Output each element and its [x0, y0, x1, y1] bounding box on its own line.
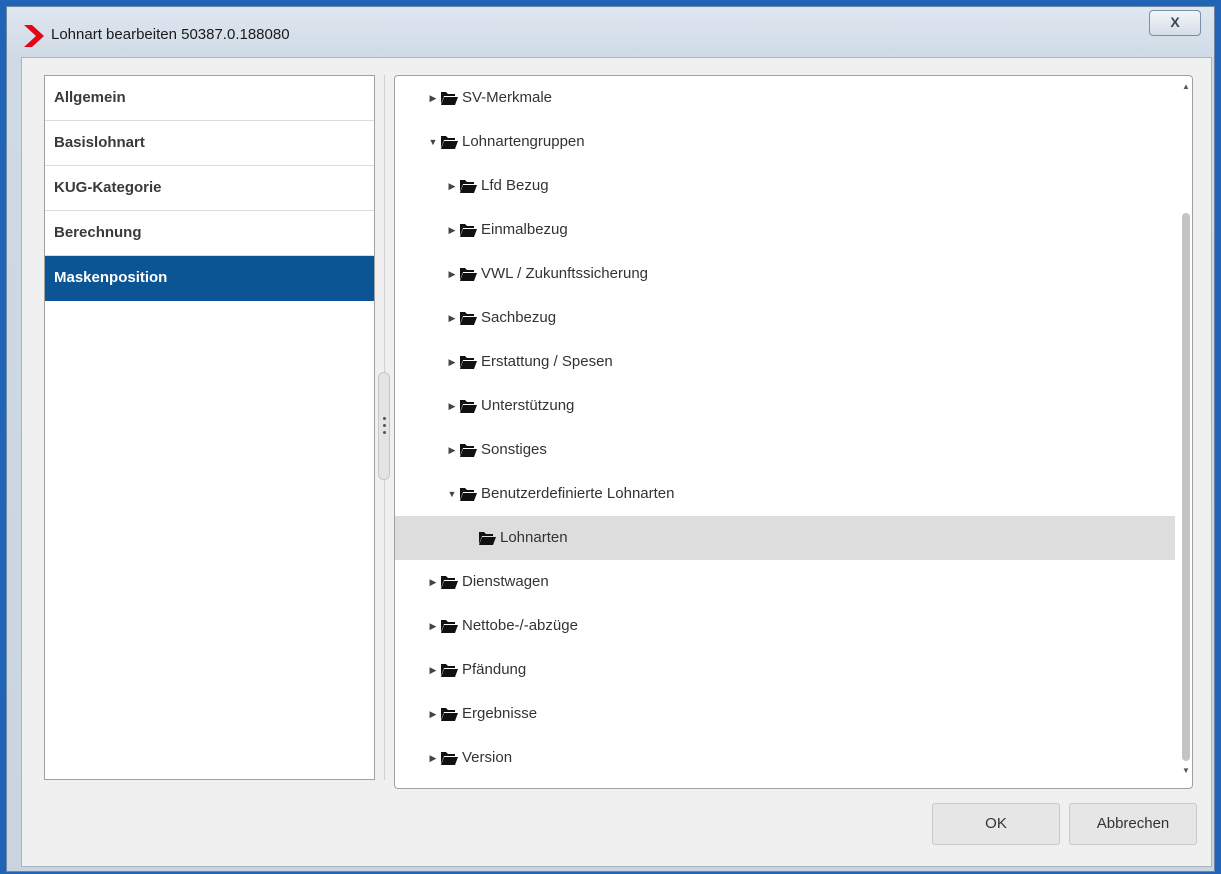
folder-icon: [460, 488, 477, 501]
folder-icon: [460, 400, 477, 413]
tree-node-unterst-tzung[interactable]: ▶ Unterstützung: [395, 384, 1175, 428]
caret-right-icon[interactable]: ▶: [447, 384, 457, 428]
folder-icon: [441, 136, 458, 149]
tree-node-sv-merkmale[interactable]: ▶ SV-Merkmale: [395, 76, 1175, 120]
grip-dot-icon: [383, 417, 386, 420]
folder-icon: [460, 180, 477, 193]
tree-node-einmalbezug[interactable]: ▶ Einmalbezug: [395, 208, 1175, 252]
tree-node-label: Ergebnisse: [462, 705, 538, 722]
caret-down-icon[interactable]: ▼: [447, 472, 457, 516]
tree-node-ergebnisse[interactable]: ▶ Ergebnisse: [395, 692, 1175, 736]
tree-node-label: Lfd Bezug: [481, 177, 549, 194]
nav-item-maskenposition[interactable]: Maskenposition: [45, 256, 374, 301]
tree-node-label: Sachbezug: [481, 309, 557, 326]
caret-right-icon[interactable]: ▶: [447, 340, 457, 384]
splitter-handle[interactable]: [378, 372, 390, 480]
tree-node-label: VWL / Zukunftssicherung: [481, 265, 649, 282]
caret-right-icon[interactable]: ▶: [447, 208, 457, 252]
tree-node-sonstiges[interactable]: ▶ Sonstiges: [395, 428, 1175, 472]
caret-right-icon[interactable]: ▶: [428, 76, 438, 120]
tree-node-dienstwagen[interactable]: ▶ Dienstwagen: [395, 560, 1175, 604]
tree-node-label: Einmalbezug: [481, 221, 568, 238]
grip-dot-icon: [383, 431, 386, 434]
caret-right-icon[interactable]: ▶: [428, 560, 438, 604]
folder-icon: [460, 224, 477, 237]
tree-node-erstattung-spesen[interactable]: ▶ Erstattung / Spesen: [395, 340, 1175, 384]
tree-node-pf-ndung[interactable]: ▶ Pfändung: [395, 648, 1175, 692]
folder-icon: [441, 664, 458, 677]
tree-node-label: Benutzerdefinierte Lohnarten: [481, 485, 675, 502]
tree-node-label: Version: [462, 749, 513, 766]
dialog-window: Lohnart bearbeiten 50387.0.188080 X Allg…: [6, 6, 1215, 872]
nav-item-berechnung[interactable]: Berechnung: [45, 211, 374, 256]
window-title: Lohnart bearbeiten 50387.0.188080: [51, 26, 290, 43]
tree-node-nettobe-abz-ge[interactable]: ▶ Nettobe-/-abzüge: [395, 604, 1175, 648]
tree-node-label: Nettobe-/-abzüge: [462, 617, 578, 634]
chevron-logo-icon: [24, 25, 44, 47]
folder-icon: [441, 752, 458, 765]
tree-node-label: Pfändung: [462, 661, 527, 678]
dialog-body: Allgemein Basislohnart KUG-Kategorie Berech…: [21, 57, 1212, 867]
folder-icon: [460, 268, 477, 281]
navigation-list: Allgemein Basislohnart KUG-Kategorie Berech…: [44, 75, 375, 780]
tree-node-lohnarten[interactable]: Lohnarten: [395, 516, 1175, 560]
folder-icon: [441, 92, 458, 105]
tree-node-label: Lohnarten: [500, 529, 568, 546]
tree-node-version[interactable]: ▶ Version: [395, 736, 1175, 780]
folder-icon: [441, 576, 458, 589]
scrollbar-thumb[interactable]: [1182, 213, 1190, 761]
grip-dot-icon: [383, 424, 386, 427]
tree-view: ▶ Version ▶ Ergebnisse ▶ Pfändung ▶ Nettobe-/-a…: [394, 75, 1193, 789]
tree-node-benutzerdefinierte-lohnarten[interactable]: ▼ Benutzerdefinierte Lohnarten: [395, 472, 1175, 516]
folder-icon: [441, 708, 458, 721]
nav-item-basislohnart[interactable]: Basislohnart: [45, 121, 374, 166]
folder-icon: [441, 620, 458, 633]
tree-node-label: Unterstützung: [481, 397, 575, 414]
tree-node-vwl-zukunftssicherung[interactable]: ▶ VWL / Zukunftssicherung: [395, 252, 1175, 296]
nav-item-kug-kategorie[interactable]: KUG-Kategorie: [45, 166, 374, 211]
caret-right-icon[interactable]: ▶: [428, 736, 438, 780]
cancel-button[interactable]: Abbrechen: [1069, 803, 1197, 845]
caret-right-icon[interactable]: ▶: [428, 604, 438, 648]
caret-right-icon[interactable]: ▶: [447, 296, 457, 340]
caret-right-icon[interactable]: ▶: [447, 428, 457, 472]
folder-icon: [460, 312, 477, 325]
tree-node-label: Dienstwagen: [462, 573, 549, 590]
caret-right-icon[interactable]: ▶: [447, 164, 457, 208]
ok-button[interactable]: OK: [932, 803, 1060, 845]
nav-item-allgemein[interactable]: Allgemein: [45, 76, 374, 121]
scroll-down-arrow-icon[interactable]: ▼: [1181, 766, 1191, 776]
folder-icon: [460, 356, 477, 369]
tree-node-label: SV-Merkmale: [462, 89, 553, 106]
caret-right-icon[interactable]: ▶: [428, 692, 438, 736]
tree-node-lohnartengruppen[interactable]: ▼ Lohnartengruppen: [395, 120, 1175, 164]
tree-node-label: Lohnartengruppen: [462, 133, 585, 150]
caret-down-icon[interactable]: ▼: [428, 120, 438, 164]
folder-icon: [479, 532, 496, 545]
tree-node-sachbezug[interactable]: ▶ Sachbezug: [395, 296, 1175, 340]
close-button[interactable]: X: [1149, 10, 1201, 36]
caret-right-icon[interactable]: ▶: [428, 648, 438, 692]
title-bar[interactable]: Lohnart bearbeiten 50387.0.188080 X: [7, 7, 1214, 57]
tree-node-lfd-bezug[interactable]: ▶ Lfd Bezug: [395, 164, 1175, 208]
tree-node-label: Erstattung / Spesen: [481, 353, 613, 370]
scroll-up-arrow-icon[interactable]: ▲: [1181, 82, 1191, 92]
caret-right-icon[interactable]: ▶: [447, 252, 457, 296]
folder-icon: [460, 444, 477, 457]
tree-node-label: Sonstiges: [481, 441, 547, 458]
